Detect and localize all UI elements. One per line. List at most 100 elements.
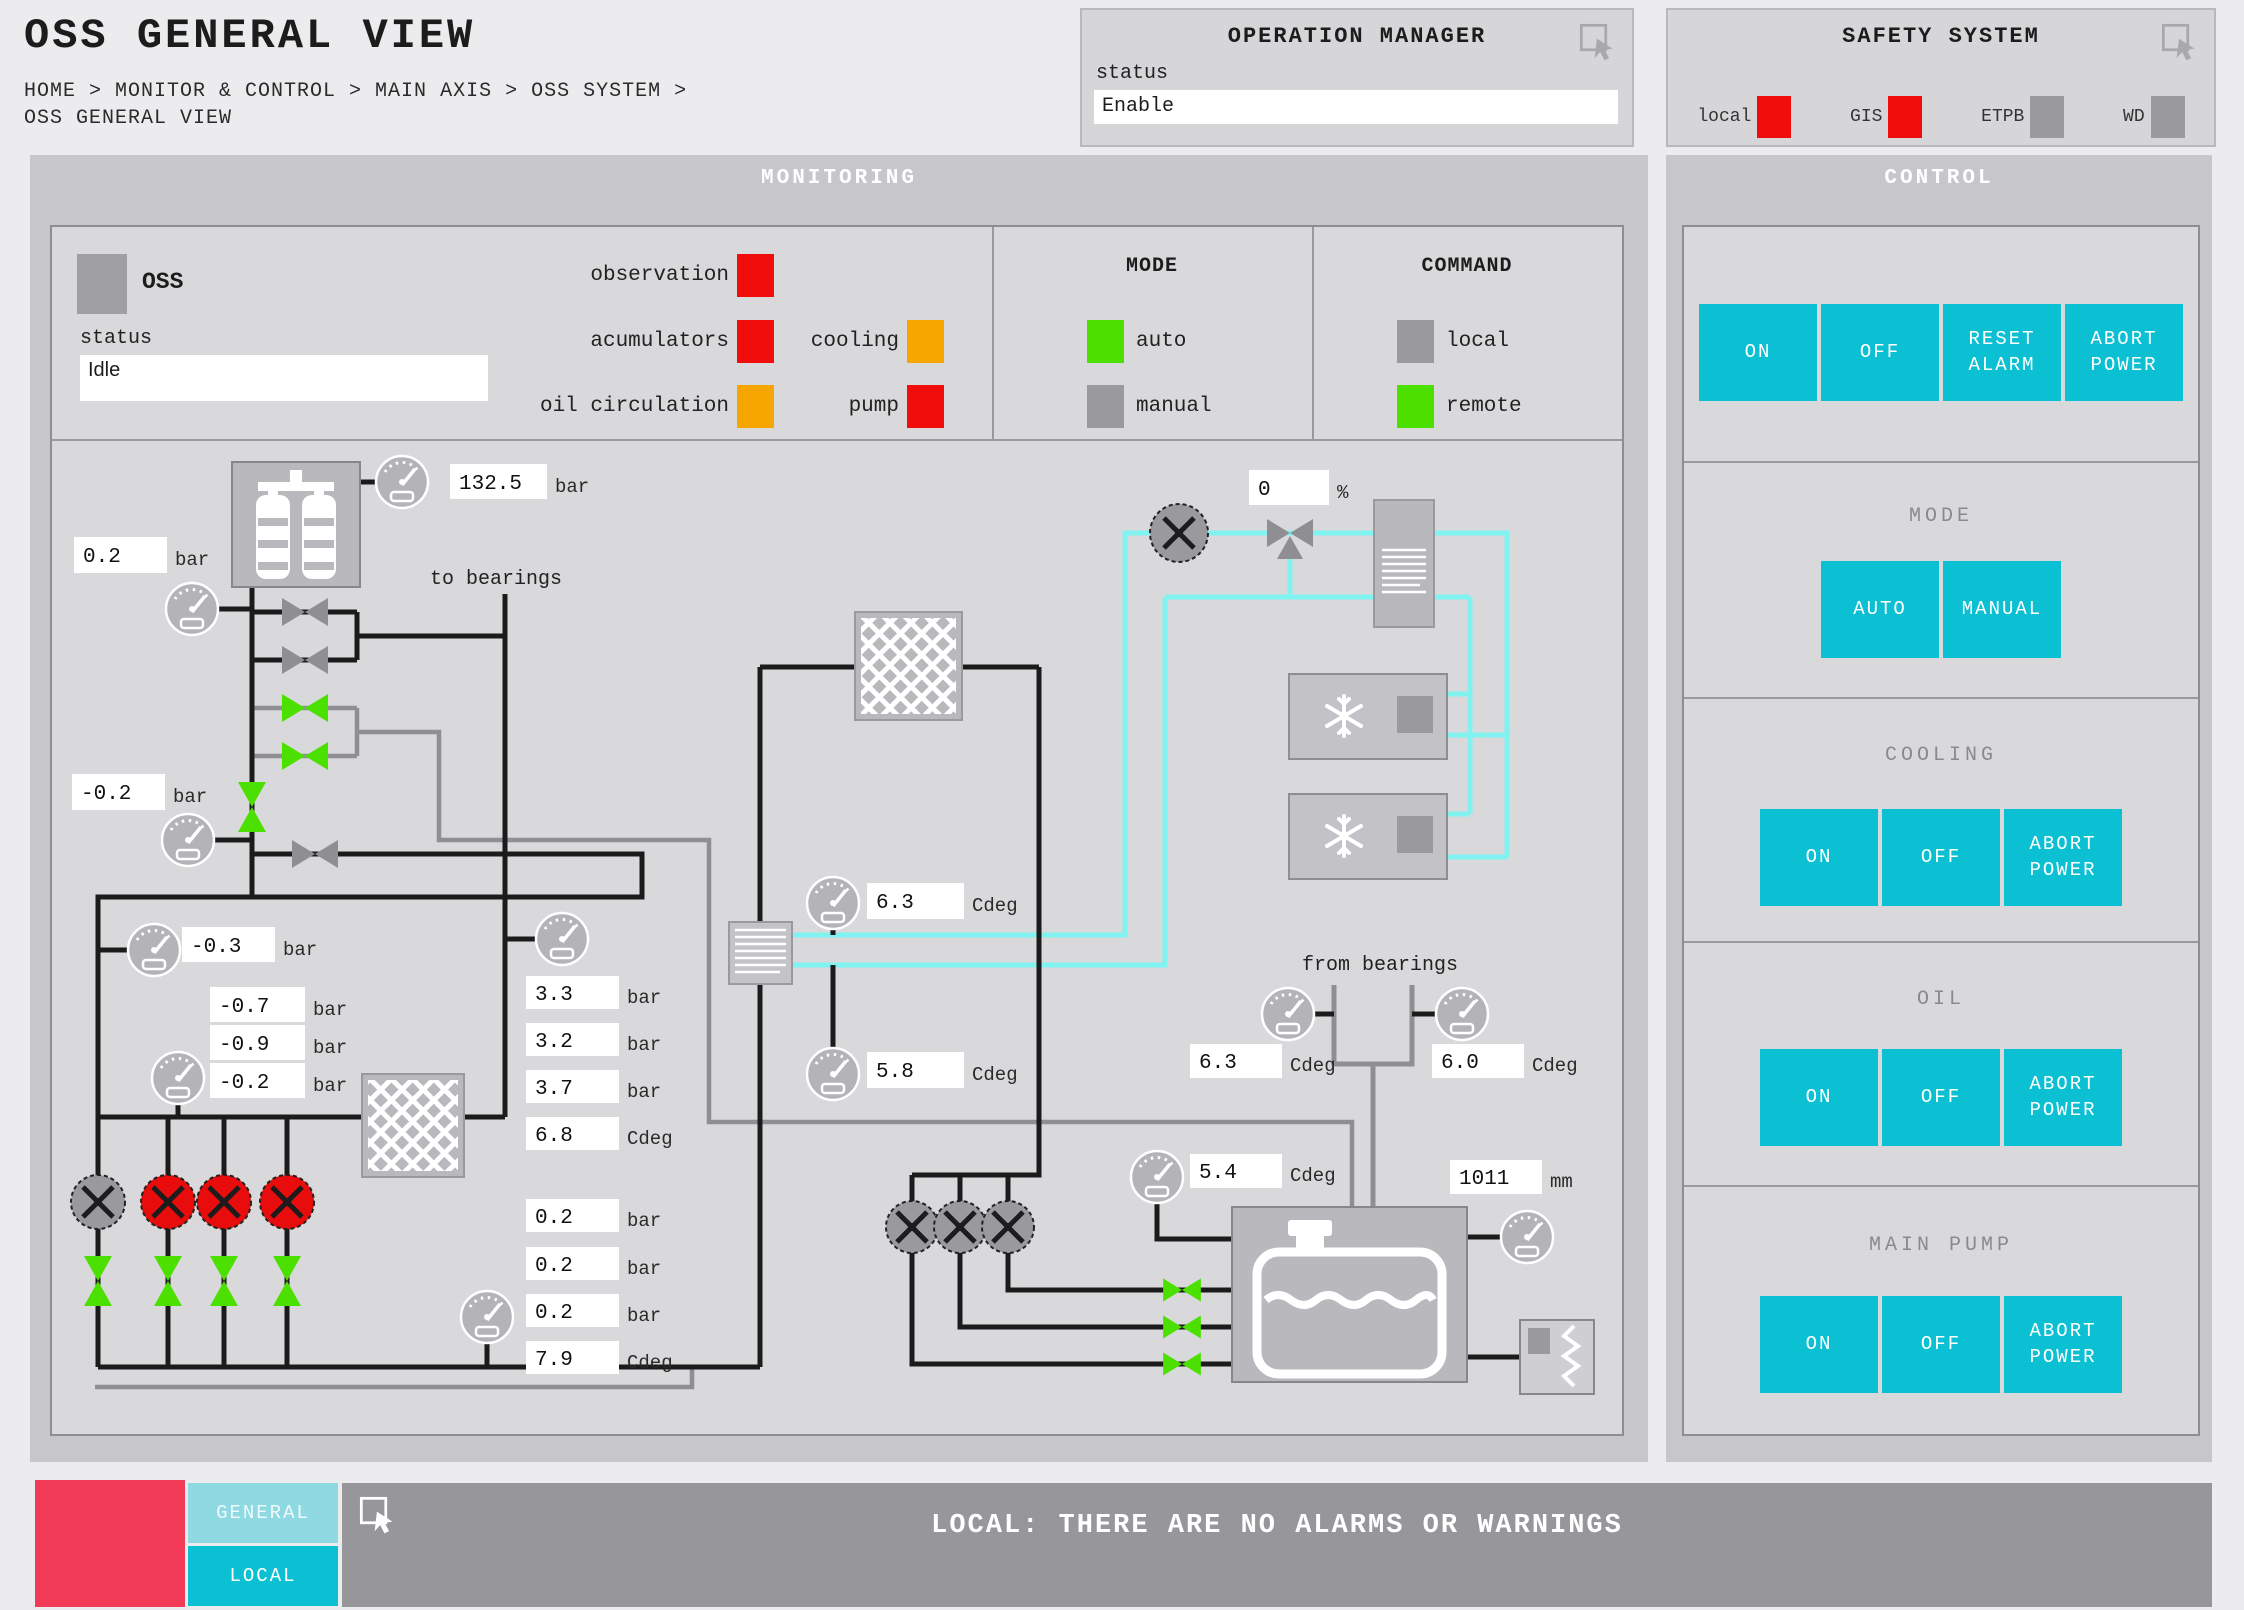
oil-on-button[interactable]: ON xyxy=(1760,1049,1878,1146)
main-pump-section-label: MAIN PUMP xyxy=(1684,1234,2198,1257)
svg-text:-0.9: -0.9 xyxy=(219,1034,269,1057)
value-temp-b: 7.9 Cdeg xyxy=(526,1341,673,1374)
mode-section-label: MODE xyxy=(1684,505,2198,528)
chiller-icon xyxy=(1289,794,1447,879)
control-section-oil: OIL ON OFF ABORT POWER xyxy=(1684,943,2198,1187)
cooling-off-button[interactable]: OFF xyxy=(1882,809,2000,906)
control-panel: CONTROL ON OFF RESET ALARM ABORT POWER M… xyxy=(1666,155,2212,1462)
svg-text:7.9: 7.9 xyxy=(535,1349,573,1372)
main-pump-on-button[interactable]: ON xyxy=(1760,1296,1878,1393)
system-off-button[interactable]: OFF xyxy=(1821,304,1939,401)
value-press-e: 0.2 bar xyxy=(526,1247,661,1280)
svg-text:bar: bar xyxy=(313,999,347,1021)
status-square xyxy=(1888,96,1922,138)
safety-system-panel: SAFETY SYSTEM local GIS ETPB WD xyxy=(1666,8,2216,147)
status-square xyxy=(1397,320,1434,363)
status-square xyxy=(737,254,774,297)
mode-manual: manual xyxy=(1087,385,1212,428)
status-square xyxy=(1087,320,1124,363)
command-section: COMMAND local remote xyxy=(1312,227,1622,439)
svg-text:mm: mm xyxy=(1550,1171,1573,1193)
svg-text:Cdeg: Cdeg xyxy=(1290,1055,1336,1077)
value-press-d: 0.2bar xyxy=(526,1199,661,1232)
mode-manual-button[interactable]: MANUAL xyxy=(1943,561,2061,658)
cooling-section-label: COOLING xyxy=(1684,744,2198,767)
cooling-abort-power-button[interactable]: ABORT POWER xyxy=(2004,809,2122,906)
operation-manager-panel: OPERATION MANAGER status Enable xyxy=(1080,8,1634,147)
main-pump-abort-power-button[interactable]: ABORT POWER xyxy=(2004,1296,2122,1393)
svg-text:1011: 1011 xyxy=(1459,1168,1509,1191)
oil-off-button[interactable]: OFF xyxy=(1882,1049,2000,1146)
svg-text:0.2: 0.2 xyxy=(535,1207,573,1230)
page-title: OSS GENERAL VIEW xyxy=(24,12,475,60)
svg-text:3.3: 3.3 xyxy=(535,984,573,1007)
safety-indicator-etpb: ETPB xyxy=(1981,96,2064,138)
cooling-on-button[interactable]: ON xyxy=(1760,809,1878,906)
oil-section-label: OIL xyxy=(1684,988,2198,1011)
svg-text:6.0: 6.0 xyxy=(1441,1052,1479,1075)
value-press-c: 3.7bar xyxy=(526,1070,661,1103)
monitoring-panel: MONITORING OSS status Idle observation a… xyxy=(30,155,1648,1462)
svg-text:bar: bar xyxy=(627,1258,661,1280)
svg-text:0.2: 0.2 xyxy=(535,1255,573,1278)
alarm-message-bar: LOCAL: THERE ARE NO ALARMS OR WARNINGS xyxy=(342,1483,2212,1607)
tab-general[interactable]: GENERAL xyxy=(188,1483,338,1543)
command-remote: remote xyxy=(1397,385,1522,428)
mode-auto-button[interactable]: AUTO xyxy=(1821,561,1939,658)
tab-local[interactable]: LOCAL xyxy=(188,1546,338,1606)
svg-text:bar: bar xyxy=(283,939,317,961)
monitoring-content: OSS status Idle observation acumulators … xyxy=(50,225,1624,1436)
value-press-b: 3.2bar xyxy=(526,1023,661,1056)
oss-equipment-square xyxy=(77,254,127,314)
status-square xyxy=(907,385,944,428)
oil-abort-power-button[interactable]: ABORT POWER xyxy=(2004,1049,2122,1146)
pump-icon-alarm xyxy=(197,1175,251,1229)
value-accumulator-pressure: 132.5bar xyxy=(450,464,589,499)
svg-text:5.4: 5.4 xyxy=(1199,1162,1237,1185)
main-pump-off-button[interactable]: OFF xyxy=(1882,1296,2000,1393)
mode-auto: auto xyxy=(1087,320,1186,363)
heater-icon xyxy=(1520,1320,1594,1394)
oss-label: OSS xyxy=(142,269,183,295)
svg-text:%: % xyxy=(1337,482,1349,504)
svg-text:Cdeg: Cdeg xyxy=(627,1352,673,1374)
status-square xyxy=(2030,96,2064,138)
svg-text:132.5: 132.5 xyxy=(459,473,522,496)
value-line-c: -0.9bar xyxy=(210,1025,347,1060)
system-on-button[interactable]: ON xyxy=(1699,304,1817,401)
heat-exchanger-icon xyxy=(362,1074,464,1177)
svg-text:Cdeg: Cdeg xyxy=(1532,1055,1578,1077)
operation-manager-title: OPERATION MANAGER xyxy=(1082,24,1632,49)
oss-general-view-screen: OSS GENERAL VIEW HOME > MONITOR & CONTRO… xyxy=(0,0,2244,1610)
navigate-icon[interactable] xyxy=(1578,22,1618,67)
oss-status-field: Idle xyxy=(80,355,488,401)
control-section-system: ON OFF RESET ALARM ABORT POWER xyxy=(1684,227,2198,463)
reset-alarm-button[interactable]: RESET ALARM xyxy=(1943,304,2061,401)
process-diagram: to bearings from bearings 132.5bar 0.2ba… xyxy=(52,432,1618,1432)
svg-text:0.2: 0.2 xyxy=(535,1302,573,1325)
value-press-a: 3.3 bar xyxy=(526,976,661,1009)
svg-text:bar: bar xyxy=(173,786,207,808)
control-section-mode: MODE AUTO MANUAL xyxy=(1684,463,2198,699)
status-square xyxy=(1087,385,1124,428)
oss-status-label: status xyxy=(80,327,152,350)
navigate-icon[interactable] xyxy=(2160,22,2200,67)
abort-power-button[interactable]: ABORT POWER xyxy=(2065,304,2183,401)
svg-text:bar: bar xyxy=(627,1305,661,1327)
alarm-message: LOCAL: THERE ARE NO ALARMS OR WARNINGS xyxy=(342,1511,2212,1541)
safety-system-title: SAFETY SYSTEM xyxy=(1668,24,2214,49)
heat-exchanger-icon xyxy=(855,612,962,720)
svg-text:-0.7: -0.7 xyxy=(219,996,269,1019)
safety-indicator-wd: WD xyxy=(2123,96,2185,138)
svg-text:5.8: 5.8 xyxy=(876,1061,914,1084)
oil-tank-icon xyxy=(1232,1207,1467,1382)
control-content: ON OFF RESET ALARM ABORT POWER MODE AUTO… xyxy=(1682,225,2200,1436)
svg-text:Cdeg: Cdeg xyxy=(627,1128,673,1150)
value-supply-pressure: 0.2bar xyxy=(74,537,209,573)
chiller-icon xyxy=(1289,674,1447,759)
status-square xyxy=(2151,96,2185,138)
svg-text:6.3: 6.3 xyxy=(876,892,914,915)
breadcrumb[interactable]: HOME > MONITOR & CONTROL > MAIN AXIS > O… xyxy=(24,78,724,132)
indicator-cooling: cooling xyxy=(644,320,944,363)
svg-text:bar: bar xyxy=(627,987,661,1009)
